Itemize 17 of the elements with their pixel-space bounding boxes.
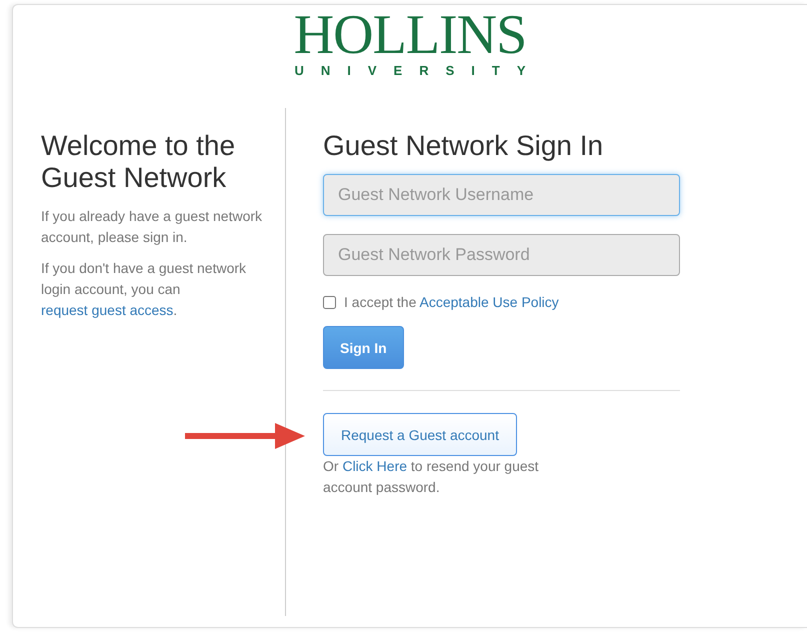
- input-field[interactable]: Guest Network Password: [323, 234, 680, 276]
- policy-checkbox[interactable]: [323, 296, 336, 308]
- logo-wordmark: HOLLINS: [294, 9, 526, 61]
- policy-link[interactable]: Acceptable Use Policy: [420, 294, 559, 310]
- logo-subtitle: UNIVERSITY: [294, 63, 542, 78]
- link[interactable]: Click Here: [342, 458, 408, 474]
- policy-label: I accept the Acceptable Use Policy: [344, 294, 559, 310]
- form-title: Guest Network Sign In: [323, 130, 604, 162]
- input-field[interactable]: Guest Network Username: [323, 174, 680, 216]
- welcome-text: If you already have a guest network account, please sign in.: [41, 207, 264, 247]
- arrow-icon: [183, 421, 307, 451]
- welcome-text: If you don't have a guest network login account, you can request guest access.: [41, 259, 248, 320]
- sign-in-button[interactable]: Sign In: [323, 326, 404, 369]
- request-account-button[interactable]: Request a Guest account: [323, 413, 517, 456]
- link[interactable]: request guest access: [41, 302, 174, 318]
- resend-text: Or Click Here to resend your guest account password.: [323, 457, 540, 497]
- welcome-title: Welcome to the Guest Network: [41, 130, 236, 194]
